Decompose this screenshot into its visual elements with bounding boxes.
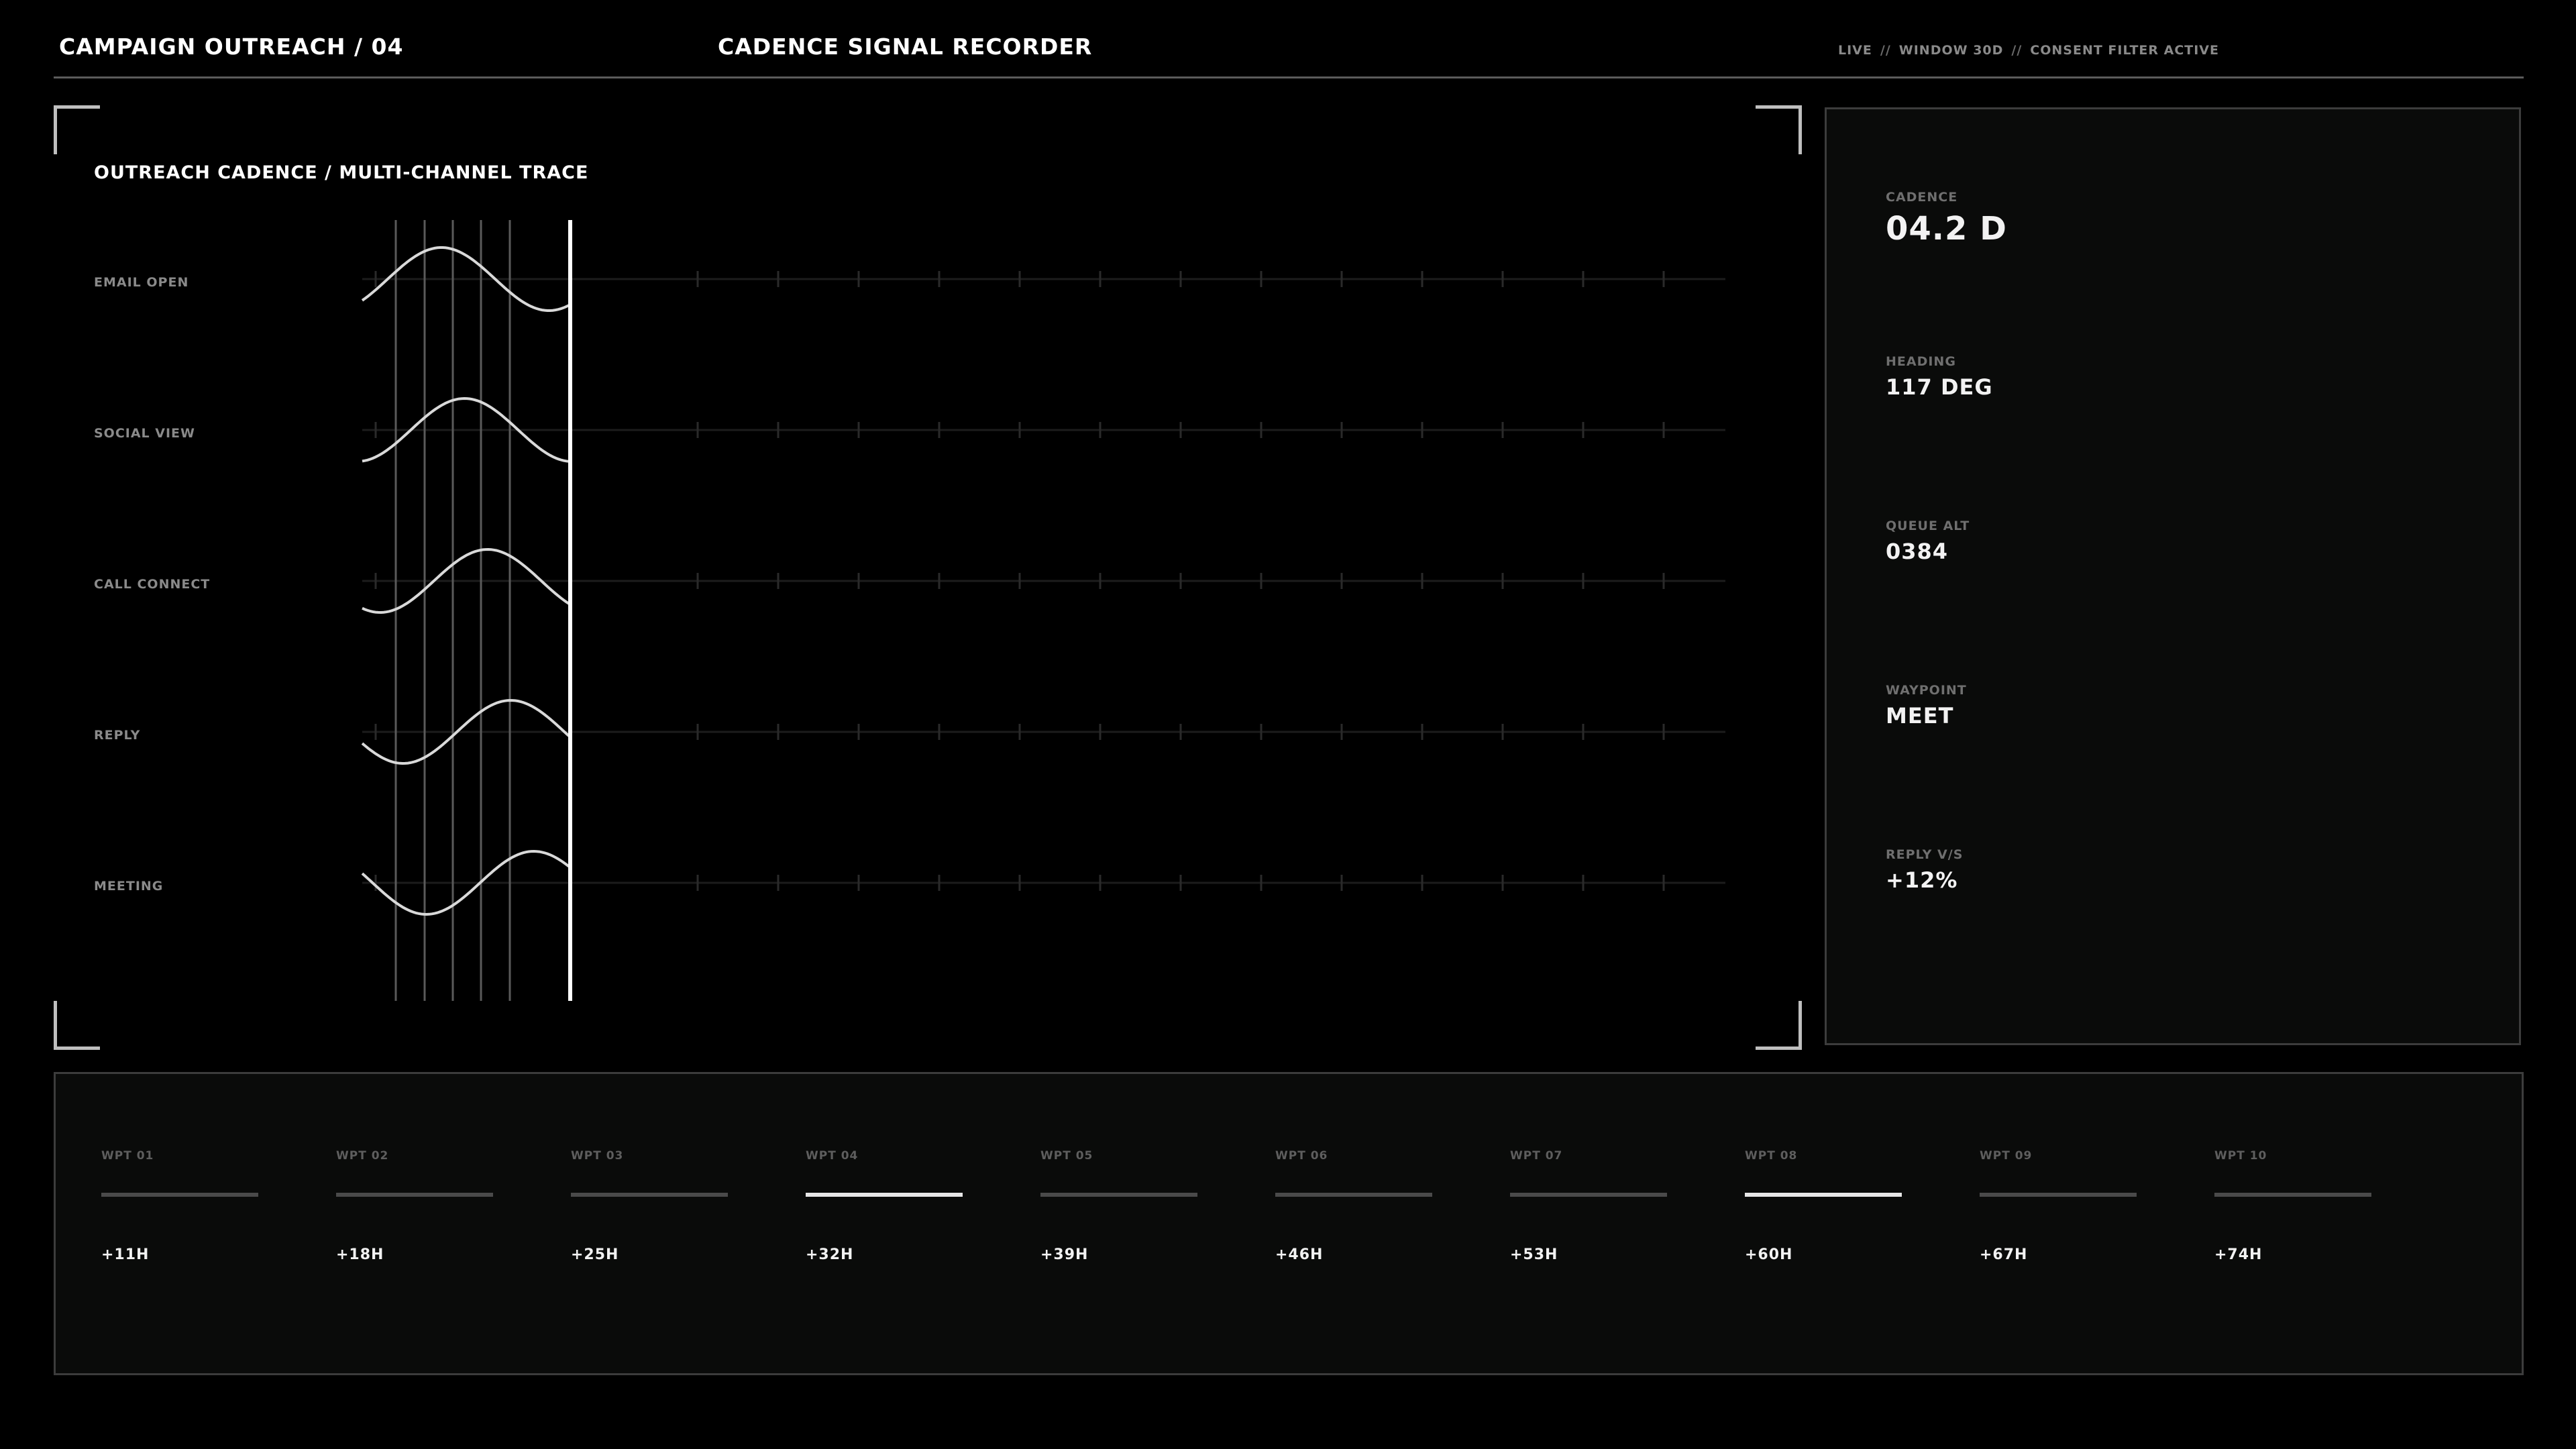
waypoint-progress-bar <box>1980 1193 2137 1197</box>
readout-value-heading: 117 DEG <box>1886 374 1993 400</box>
waypoint-progress-bar <box>806 1193 963 1197</box>
waypoint-time: +11H <box>101 1246 150 1263</box>
readout-label-queue-alt: QUEUE ALT <box>1886 519 1970 533</box>
waypoint-item[interactable]: WPT 09 +67H <box>1980 1074 2141 1373</box>
waypoint-progress-bar <box>336 1193 493 1197</box>
waypoint-progress-bar <box>571 1193 728 1197</box>
readout-value-waypoint: MEET <box>1886 703 1954 729</box>
waypoint-progress-bar <box>1040 1193 1197 1197</box>
waypoint-label: WPT 08 <box>1745 1149 1798 1163</box>
readout-label-reply-vs: REPLY V/S <box>1886 847 1964 862</box>
waypoint-progress-bar <box>1275 1193 1432 1197</box>
readout-label-waypoint: WAYPOINT <box>1886 683 1967 698</box>
readout-value-cadence: 04.2 D <box>1886 210 2007 248</box>
waypoint-item[interactable]: WPT 08 +60H <box>1745 1074 1906 1373</box>
readout-value-reply-vs: +12% <box>1886 867 1958 893</box>
readout-label-heading: HEADING <box>1886 354 1956 369</box>
waypoint-time: +46H <box>1275 1246 1324 1263</box>
waypoint-time: +74H <box>2214 1246 2263 1263</box>
waypoint-time: +39H <box>1040 1246 1089 1263</box>
waypoint-time: +32H <box>806 1246 854 1263</box>
readout-value-queue-alt: 0384 <box>1886 539 1949 564</box>
waypoint-item[interactable]: WPT 02 +18H <box>336 1074 497 1373</box>
readout-panel: CADENCE 04.2 D HEADING 117 DEG QUEUE ALT… <box>1825 107 2521 1045</box>
waypoint-item[interactable]: WPT 10 +74H <box>2214 1074 2375 1373</box>
waypoint-progress-bar <box>101 1193 258 1197</box>
waypoint-label: WPT 06 <box>1275 1149 1328 1163</box>
waypoint-label: WPT 09 <box>1980 1149 2033 1163</box>
waypoint-strip: WPT 01 +11H WPT 02 +18H WPT 03 +25H WPT … <box>54 1072 2524 1375</box>
waypoint-item[interactable]: WPT 06 +46H <box>1275 1074 1436 1373</box>
waypoint-time: +18H <box>336 1246 384 1263</box>
waypoint-item[interactable]: WPT 01 +11H <box>101 1074 262 1373</box>
waypoint-label: WPT 05 <box>1040 1149 1093 1163</box>
readout-label-cadence: CADENCE <box>1886 190 1958 205</box>
waypoint-label: WPT 01 <box>101 1149 154 1163</box>
waypoint-label: WPT 03 <box>571 1149 624 1163</box>
waypoint-progress-bar <box>1510 1193 1667 1197</box>
waypoint-label: WPT 07 <box>1510 1149 1563 1163</box>
waypoint-progress-bar <box>1745 1193 1902 1197</box>
waypoint-progress-bar <box>2214 1193 2371 1197</box>
waypoint-item[interactable]: WPT 04 +32H <box>806 1074 967 1373</box>
waypoint-item[interactable]: WPT 07 +53H <box>1510 1074 1671 1373</box>
waypoint-time: +60H <box>1745 1246 1793 1263</box>
waypoint-time: +67H <box>1980 1246 2028 1263</box>
waypoint-item[interactable]: WPT 05 +39H <box>1040 1074 1201 1373</box>
waypoint-label: WPT 02 <box>336 1149 389 1163</box>
waypoint-time: +53H <box>1510 1246 1558 1263</box>
waypoint-time: +25H <box>571 1246 619 1263</box>
waypoint-label: WPT 10 <box>2214 1149 2267 1163</box>
waypoint-label: WPT 04 <box>806 1149 859 1163</box>
waypoint-item[interactable]: WPT 03 +25H <box>571 1074 732 1373</box>
